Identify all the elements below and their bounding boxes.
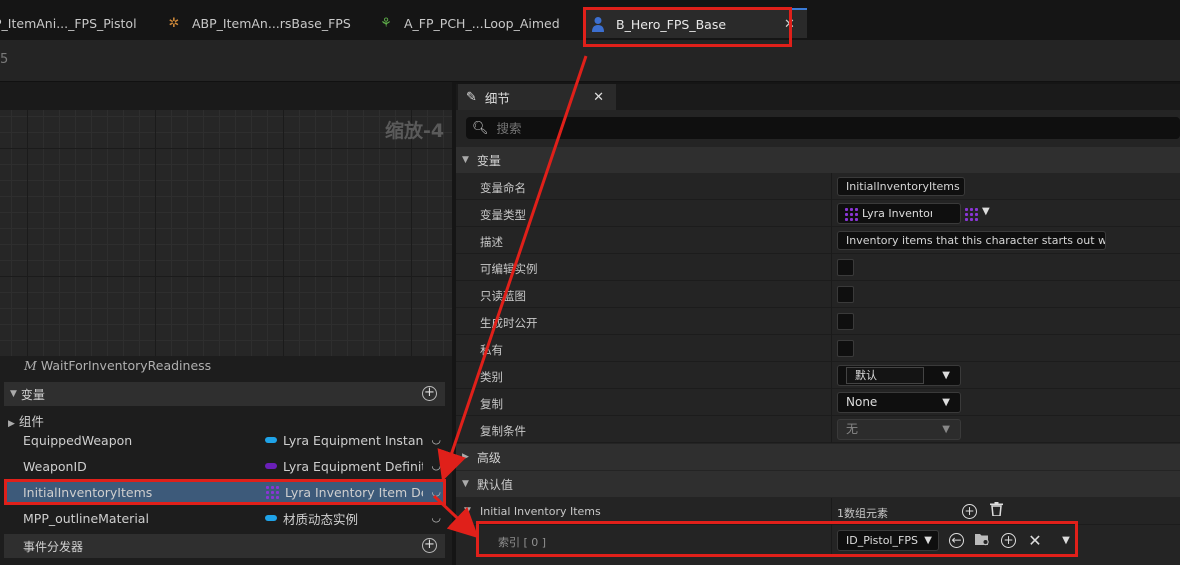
tab-label: B_Hero_FPS_Base [616,16,727,32]
chevron-right-icon: ▶ [462,452,469,462]
variable-name-field[interactable]: InitialInventoryItems [837,177,965,196]
close-icon[interactable]: ✕ [593,90,604,105]
array-grid-icon [844,206,858,221]
tab-label: ABP_ItemAn...rsBase_FPS [192,15,351,31]
function-item[interactable]: M WaitForInventoryReadiness [24,358,211,373]
pencil-icon: ✎ [466,89,477,105]
my-blueprint-panel: M WaitForInventoryReadiness ▼ 变量 + ▶ 组件 Eq… [0,356,452,565]
blueprint-readonly-checkbox[interactable] [837,286,854,303]
variable-row-equipped-weapon[interactable]: EquippedWeapon Lyra Equipment Instance ◡ [4,427,445,453]
row-variable-type: 变量类型 Lyra Inventory ▼ [456,200,1180,227]
private-checkbox[interactable] [837,340,854,357]
delete-element-icon[interactable]: ✕ [1026,532,1044,550]
variable-row-initial-inventory-items[interactable]: InitialInventoryItems Lyra Inventory Ite… [4,479,445,505]
type-pill-icon [265,515,277,521]
tab-label: P_ItemAni..._FPS_Pistol [0,15,137,31]
event-graph-canvas[interactable] [0,110,452,358]
instance-editable-checkbox[interactable] [837,259,854,276]
chevron-down-icon: ▼ [462,479,469,489]
blueprint-character-icon [590,16,606,32]
toolbar: 5 [0,40,1180,82]
anim-sequence-icon: ⚘ [380,15,392,31]
variable-row-weapon-id[interactable]: WeaponID Lyra Equipment Definition ◡ [4,453,445,479]
eye-closed-icon[interactable]: ◡ [431,511,441,524]
variable-type-combo[interactable]: Lyra Inventory [837,203,961,224]
row-private: 私有 [456,335,1180,362]
row-category: 类别 默认 ▼ [456,362,1180,389]
add-element-button[interactable]: + [962,504,977,519]
inventory-item-combo[interactable]: ID_Pistol_FPS ▼ [837,530,939,551]
use-selected-asset-icon[interactable]: ← [949,533,964,548]
details-tab-bar: ✎ 细节 ✕ [456,84,1180,110]
variable-section-header[interactable]: ▼ 变量 [456,147,1180,173]
eye-closed-icon[interactable]: ◡ [431,459,441,472]
advanced-section-header[interactable]: ▶ 高级 [456,444,1180,470]
replication-combo[interactable]: None ▼ [837,392,961,413]
chevron-down-icon: ▼ [924,535,932,546]
search-icon: 🔍︎ [472,120,489,136]
variable-row-mpp-outline-material[interactable]: MPP_outlineMaterial 材质动态实例 ◡ [4,505,445,531]
description-field[interactable]: Inventory items that this character star… [837,231,1106,250]
variable-type: Lyra Inventory Item Definition [265,485,423,500]
search-box[interactable]: 🔍︎ [466,117,1180,139]
close-icon[interactable]: ✕ [784,17,795,32]
category-combo[interactable]: 默认 ▼ [837,365,961,386]
toolbar-partial-text: 5 [0,52,9,67]
tab-label: A_FP_PCH_...Loop_Aimed [404,15,560,31]
row-initial-inventory-items-array: ▼ Initial Inventory Items 1数组元素 + [456,498,1180,525]
chevron-down-icon: ▼ [942,397,950,408]
row-expose-on-spawn: 生成时公开 [456,308,1180,335]
tab-anim-sequence[interactable]: ⚘ A_FP_PCH_...Loop_Aimed [378,8,560,38]
category-input[interactable]: 默认 [846,367,924,384]
variables-section-header[interactable]: ▼ 变量 + [4,382,445,406]
row-blueprint-readonly: 只读蓝图 [456,281,1180,308]
editor-tab-bar: P_ItemAni..._FPS_Pistol ✲ ABP_ItemAn...r… [0,0,1180,40]
variable-type: 材质动态实例 [265,509,423,528]
event-dispatchers-section-header[interactable]: 事件分发器 + [4,534,445,558]
type-pill-icon [265,463,277,469]
anim-blueprint-icon: ✲ [168,15,180,31]
browse-folder-icon[interactable] [973,532,991,550]
search-input[interactable] [496,120,1097,136]
row-array-index-0: 索引 [ 0 ] ID_Pistol_FPS ▼ ← + ✕ ▼ [456,525,1180,557]
chevron-down-icon[interactable]: ▼ [464,506,471,516]
expose-on-spawn-checkbox[interactable] [837,313,854,330]
variable-type: Lyra Equipment Instance [265,433,423,448]
array-count: 1数组元素 [837,507,888,520]
chevron-down-icon: ▼ [10,389,17,399]
insert-element-button[interactable]: + [1001,533,1016,548]
container-type-icon[interactable] [964,207,978,221]
row-replication: 复制 None ▼ [456,389,1180,416]
eye-closed-icon[interactable]: ◡ [431,433,441,446]
graph-header: 缩放-4 [0,82,452,142]
trash-icon[interactable] [987,502,1005,520]
tab-b-hero-fps-base[interactable]: B_Hero_FPS_Base ✕ [584,8,807,38]
row-variable-name: 变量命名 InitialInventoryItems [456,173,1180,200]
row-description: 描述 Inventory items that this character s… [456,227,1180,254]
details-panel: 🔍︎ ▼ 变量 变量命名 InitialInventoryItems 变量类型 … [456,110,1180,565]
replication-condition-combo: 无 ▼ [837,419,961,440]
default-value-section-header[interactable]: ▼ 默认值 [456,471,1180,497]
chevron-down-icon: ▼ [462,155,469,165]
chevron-down-icon: ▼ [942,370,950,381]
chevron-down-icon: ▼ [942,424,950,435]
tab-details[interactable]: ✎ 细节 ✕ [458,84,616,110]
tab-abp-item-anim[interactable]: ✲ ABP_ItemAn...rsBase_FPS [166,8,351,38]
zoom-level: 缩放-4 [385,120,445,142]
chevron-down-icon[interactable]: ▼ [1057,532,1075,550]
type-pill-icon [265,437,277,443]
variable-type: Lyra Equipment Definition [265,459,423,474]
add-dispatcher-button[interactable]: + [422,538,437,553]
tab-item-anim-pistol[interactable]: P_ItemAni..._FPS_Pistol [0,8,137,38]
row-instance-editable: 可编辑实例 [456,254,1180,281]
chevron-down-icon[interactable]: ▼ [982,206,990,217]
array-grid-icon [265,485,279,499]
eye-closed-icon[interactable]: ◡ [431,485,441,498]
add-variable-button[interactable]: + [422,386,437,401]
function-icon: M [24,358,37,373]
row-replication-condition: 复制条件 无 ▼ [456,416,1180,443]
